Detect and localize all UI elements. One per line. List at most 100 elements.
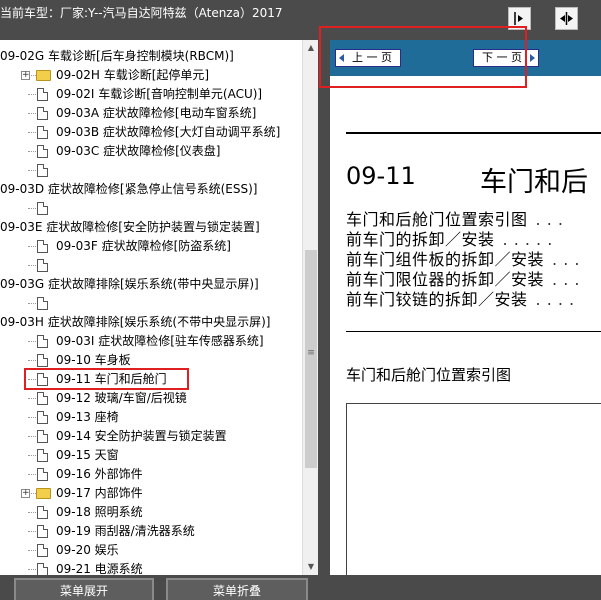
tree-item[interactable]: 09-03E 症状故障检修[安全防护装置与锁定装置] <box>0 218 302 237</box>
tree-item-label: 09-03A 症状故障检修[电动车窗系统] <box>56 106 257 120</box>
tree-item-label: 09-03G 症状故障排除[娱乐系统(带中央显示屏)] <box>0 277 259 291</box>
document-icon <box>37 126 48 139</box>
tree-item[interactable]: +09-17 内部饰件 <box>0 484 302 503</box>
arrow-bracket-button[interactable] <box>508 7 531 30</box>
prev-page-button[interactable]: 上 一 页 <box>335 49 401 67</box>
tree-connector <box>28 455 36 456</box>
tree-connector <box>28 208 36 209</box>
tree-item-label: 09-02H 车载诊断[起停单元] <box>56 68 210 82</box>
document-icon <box>37 468 48 481</box>
toc-item-text: 前车门铰链的拆卸／安装 <box>346 290 528 309</box>
document-icon <box>37 449 48 462</box>
vehicle-title: 当前车型：厂家:Y--汽马自达阿特兹（Atenza）2017 <box>0 6 283 20</box>
tree-item[interactable]: 09-11 车门和后舱门 <box>0 368 302 390</box>
document-icon <box>37 430 48 443</box>
tree-item[interactable]: 09-03I 症状故障检修[驻车传感器系统] <box>0 332 302 351</box>
tree-item[interactable] <box>0 199 302 218</box>
document-icon <box>37 525 48 538</box>
double-arrow-button[interactable] <box>555 7 578 30</box>
tree-item[interactable]: 09-14 安全防护装置与锁定装置 <box>0 427 302 446</box>
tree-connector <box>28 113 36 114</box>
page-nav-bar: 上 一 页 下 一 页 <box>330 40 601 76</box>
tree-item[interactable]: 09-03F 症状故障检修[防盗系统] <box>0 237 302 256</box>
tree-item-label: 09-15 天窗 <box>56 448 119 462</box>
tree-item[interactable]: 09-03G 症状故障排除[娱乐系统(带中央显示屏)] <box>0 275 302 294</box>
toc-leader-dots: . . . <box>535 210 564 229</box>
tree-item[interactable]: 09-13 座椅 <box>0 408 302 427</box>
tree-item-label: 09-03I 症状故障检修[驻车传感器系统] <box>56 334 264 348</box>
top-rule <box>346 132 601 134</box>
tree-connector <box>28 265 36 266</box>
tree-item[interactable]: 09-03H 症状故障排除[娱乐系统(不带中央显示屏)] <box>0 313 302 332</box>
toc-leader-dots: . . . . <box>535 290 575 309</box>
tree-connector <box>28 417 36 418</box>
tree-item[interactable]: 09-03B 症状故障检修[大灯自动调平系统] <box>0 123 302 142</box>
tree-item-label: 09-18 照明系统 <box>56 505 143 519</box>
expand-menu-button[interactable]: 菜单展开 <box>14 578 154 600</box>
scroll-up-icon[interactable]: ▲ <box>303 40 319 56</box>
toc-item[interactable]: 前车门的拆卸／安装 . . . . . <box>346 230 601 250</box>
toc-item[interactable]: 前车门铰链的拆卸／安装 . . . . <box>346 290 601 310</box>
toc-rule <box>346 331 601 332</box>
table-of-contents: 车门和后舱门位置索引图 . . . 前车门的拆卸／安装 . . . . . 前车门组件板… <box>346 210 601 310</box>
toc-item[interactable]: 前车门组件板的拆卸／安装 . . . <box>346 250 601 270</box>
tree-item[interactable]: 09-10 车身板 <box>0 351 302 370</box>
tree-item[interactable]: 09-19 雨刮器/清洗器系统 <box>0 522 302 541</box>
tree-connector <box>28 246 36 247</box>
tree-connector <box>28 379 36 380</box>
tree-item-label: 09-12 玻璃/车窗/后视镜 <box>56 391 187 405</box>
toc-leader-dots: . . . <box>552 250 580 269</box>
bottom-bar: 菜单展开 菜单折叠 <box>0 575 601 600</box>
tree-item[interactable]: 09-02I 车载诊断[音响控制单元(ACU)] <box>0 85 302 104</box>
tree-item[interactable]: +09-02H 车载诊断[起停单元] <box>0 66 302 85</box>
tree-item-label: 09-20 娱乐 <box>56 543 119 557</box>
tree-item-label: 09-03E 症状故障检修[安全防护装置与锁定装置] <box>0 220 260 234</box>
tree-item[interactable]: 09-03C 症状故障检修[仪表盘] <box>0 142 302 161</box>
tree-connector <box>28 569 36 570</box>
tree-item-label: 09-11 车门和后舱门 <box>56 372 167 386</box>
expand-plus-icon[interactable]: + <box>21 489 30 498</box>
top-bar: 当前车型：厂家:Y--汽马自达阿特兹（Atenza）2017 <box>0 0 601 40</box>
chapter-tree[interactable]: 09-02G 车载诊断[后车身控制模块(RBCM)] +09-02H 车载诊断[起… <box>0 40 318 575</box>
tree-item[interactable]: 09-02G 车载诊断[后车身控制模块(RBCM)] <box>0 47 302 66</box>
tree-item[interactable] <box>0 294 302 313</box>
tree-item[interactable] <box>0 161 302 180</box>
toc-item-text: 车门和后舱门位置索引图 <box>346 210 528 229</box>
toc-item[interactable]: 前车门限位器的拆卸／安装 . . . <box>346 270 601 290</box>
next-page-button[interactable]: 下 一 页 <box>473 49 539 67</box>
tree-scrollbar[interactable]: ▲ ≡ ▼ <box>302 40 318 575</box>
tree-item[interactable]: 09-21 电源系统 <box>0 560 302 575</box>
tree-item-label: 09-19 雨刮器/清洗器系统 <box>56 524 195 538</box>
tree-item-label: 09-02I 车载诊断[音响控制单元(ACU)] <box>56 87 263 101</box>
tree-item[interactable]: 09-16 外部饰件 <box>0 465 302 484</box>
tree-connector <box>28 398 36 399</box>
toc-item[interactable]: 车门和后舱门位置索引图 . . . <box>346 210 601 230</box>
tree-item[interactable]: 09-12 玻璃/车窗/后视镜 <box>0 389 302 408</box>
tree-item[interactable]: 09-03D 症状故障检修[紧急停止信号系统(ESS)] <box>0 180 302 199</box>
pane-splitter[interactable] <box>318 40 330 575</box>
tree-connector <box>28 341 36 342</box>
tree-item-label: 09-03H 症状故障排除[娱乐系统(不带中央显示屏)] <box>0 315 271 329</box>
tree-connector <box>28 550 36 551</box>
collapse-menu-button[interactable]: 菜单折叠 <box>166 578 308 600</box>
tree-item-label: 09-13 座椅 <box>56 410 119 424</box>
tree-connector <box>28 512 36 513</box>
expand-plus-icon[interactable]: + <box>21 71 30 80</box>
document-icon <box>37 297 48 310</box>
tree-item-label: 09-03F 症状故障检修[防盗系统] <box>56 239 231 253</box>
chapter-number: 09-11 <box>346 162 416 190</box>
tree-item[interactable]: 09-20 娱乐 <box>0 541 302 560</box>
scroll-thumb[interactable] <box>305 250 317 468</box>
tree-connector <box>28 360 36 361</box>
tree-item-label: 09-03B 症状故障检修[大灯自动调平系统] <box>56 125 281 139</box>
tree-connector <box>28 474 36 475</box>
tree-connector <box>28 170 36 171</box>
tree-item-label: 09-17 内部饰件 <box>56 486 143 500</box>
tree-item[interactable]: 09-15 天窗 <box>0 446 302 465</box>
tree-item[interactable]: 09-18 照明系统 <box>0 503 302 522</box>
tree-item-label: 09-16 外部饰件 <box>56 467 143 481</box>
tree-item[interactable]: 09-03A 症状故障检修[电动车窗系统] <box>0 104 302 123</box>
tree-item-label: 09-02G 车载诊断[后车身控制模块(RBCM)] <box>0 49 234 63</box>
tree-item[interactable] <box>0 256 302 275</box>
scroll-down-icon[interactable]: ▼ <box>303 559 319 575</box>
